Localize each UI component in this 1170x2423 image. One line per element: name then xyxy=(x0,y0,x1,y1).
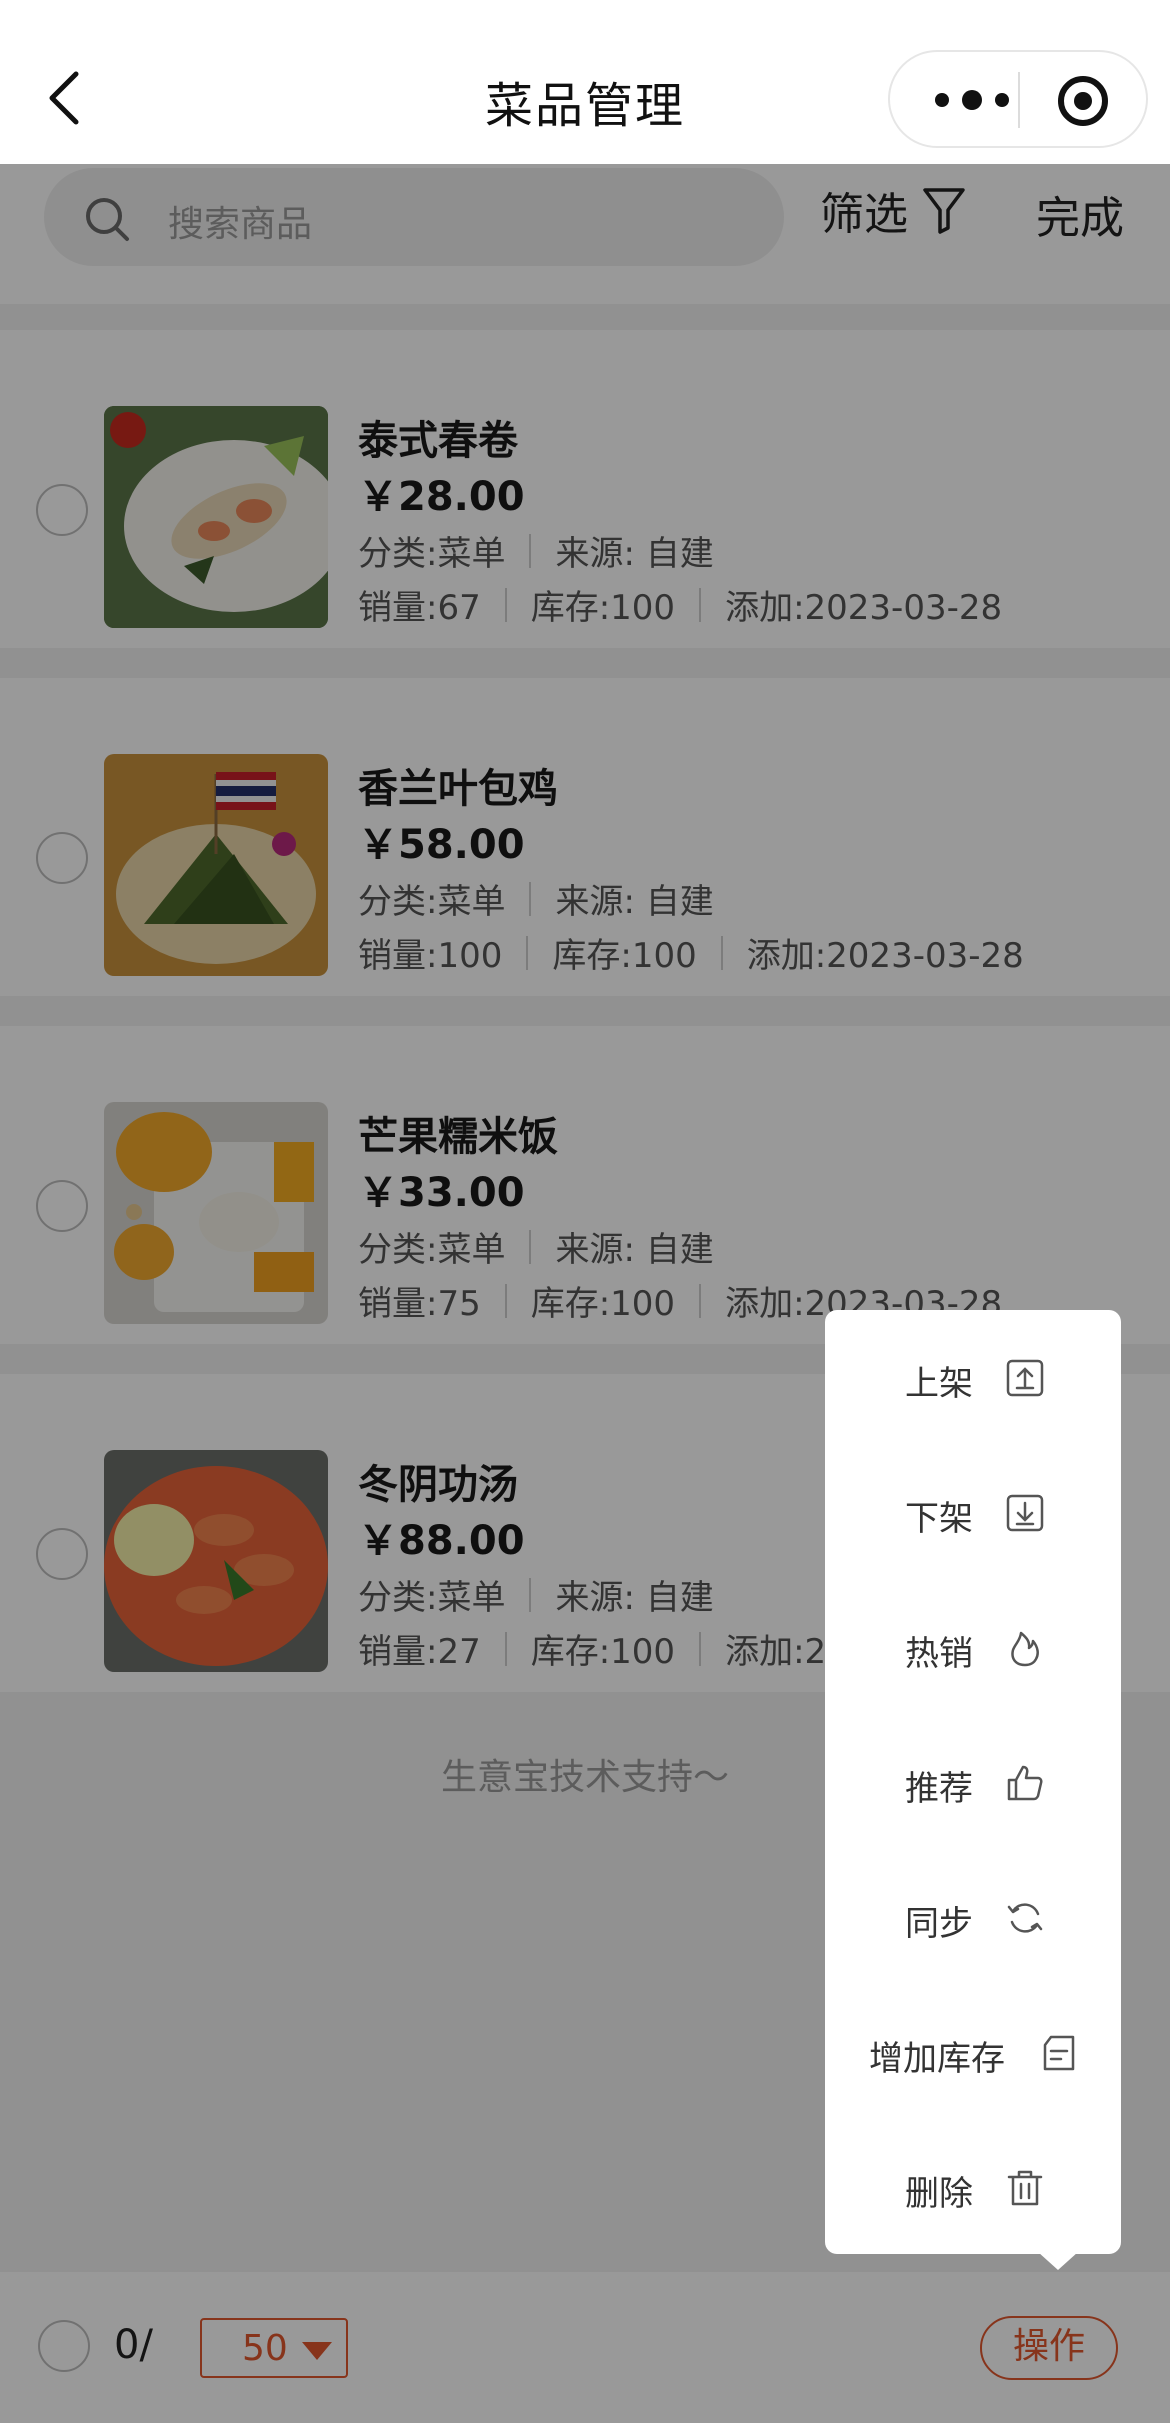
sync-icon xyxy=(1007,1903,1043,1933)
menu-item-label: 上架 xyxy=(905,1364,973,1404)
nav-bar: 菜品管理 xyxy=(0,0,1170,164)
menu-item-label: 删除 xyxy=(905,2174,973,2214)
menu-item-delete[interactable]: 删除 xyxy=(825,2138,1121,2238)
menu-item-shelf-up[interactable]: 上架 xyxy=(825,1328,1121,1428)
menu-item-label: 推荐 xyxy=(905,1769,973,1809)
action-menu: 上架 下架 热销 推荐 同步 增加库存 删除 xyxy=(825,1310,1121,2254)
thumbs-up-icon xyxy=(1007,1765,1043,1801)
menu-item-add-stock[interactable]: 增加库存 xyxy=(825,2003,1121,2103)
close-target-icon[interactable] xyxy=(1056,74,1110,128)
menu-item-hot-sale[interactable]: 热销 xyxy=(825,1598,1121,1698)
menu-pointer-arrow xyxy=(1038,2252,1078,2270)
mini-program-capsule xyxy=(888,50,1148,148)
menu-item-sync[interactable]: 同步 xyxy=(825,1868,1121,1968)
capsule-divider xyxy=(1018,72,1020,128)
trash-icon xyxy=(1007,2170,1043,2206)
menu-item-label: 同步 xyxy=(905,1904,973,1944)
menu-item-label: 下架 xyxy=(905,1499,973,1539)
menu-item-shelf-down[interactable]: 下架 xyxy=(825,1463,1121,1563)
menu-item-label: 热销 xyxy=(905,1634,973,1674)
stock-add-icon xyxy=(1043,2035,1075,2071)
menu-item-label: 增加库存 xyxy=(869,2039,1005,2079)
menu-item-recommend[interactable]: 推荐 xyxy=(825,1733,1121,1833)
flame-icon xyxy=(1011,1631,1039,1667)
shelf-down-icon xyxy=(1006,1494,1044,1532)
more-dots-icon[interactable] xyxy=(928,80,1018,120)
shelf-up-icon xyxy=(1006,1359,1044,1397)
